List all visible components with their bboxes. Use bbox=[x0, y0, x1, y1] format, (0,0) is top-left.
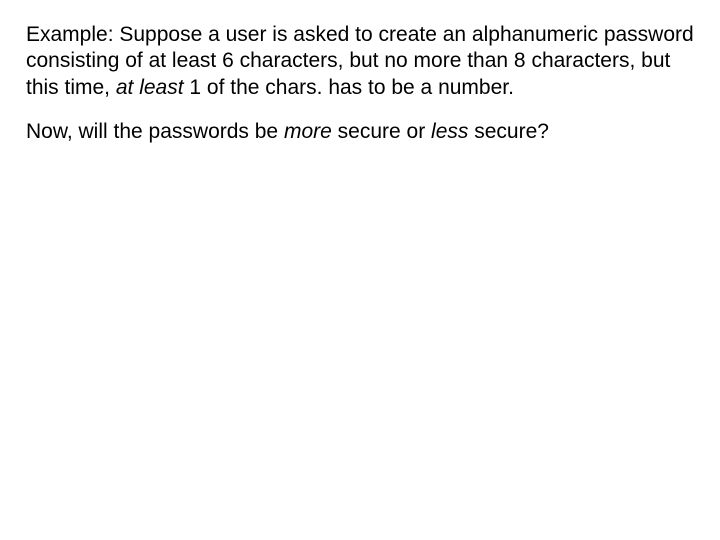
question-emphasis-more: more bbox=[284, 120, 332, 143]
example-text-2: 1 of the chars. has to be a number. bbox=[184, 76, 514, 99]
question-paragraph: Now, will the passwords be more secure o… bbox=[26, 119, 694, 145]
question-text-2: secure or bbox=[332, 120, 431, 143]
question-text-1: Now, will the passwords be bbox=[26, 120, 284, 143]
question-text-3: secure? bbox=[468, 120, 549, 143]
example-emphasis-atleast: at least bbox=[116, 76, 184, 99]
example-paragraph: Example: Suppose a user is asked to crea… bbox=[26, 22, 694, 101]
question-emphasis-less: less bbox=[431, 120, 468, 143]
slide: Example: Suppose a user is asked to crea… bbox=[0, 0, 720, 540]
